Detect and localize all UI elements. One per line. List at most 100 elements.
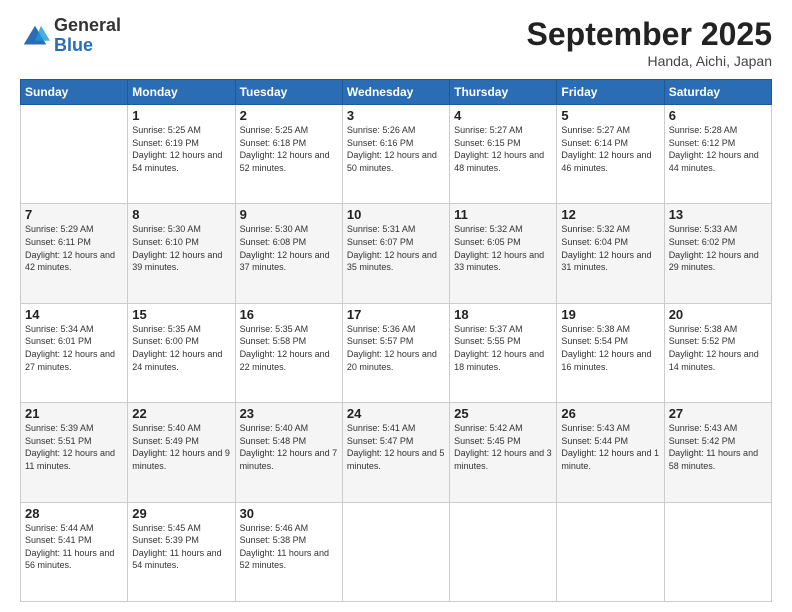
- calendar-day-cell: 11 Sunrise: 5:32 AM Sunset: 6:05 PM Dayl…: [450, 204, 557, 303]
- daylight-text: Daylight: 12 hours and 42 minutes.: [25, 250, 115, 273]
- header-friday: Friday: [557, 80, 664, 105]
- sunset-text: Sunset: 6:10 PM: [132, 237, 199, 247]
- daylight-text: Daylight: 12 hours and 52 minutes.: [240, 150, 330, 173]
- daylight-text: Daylight: 12 hours and 35 minutes.: [347, 250, 437, 273]
- sunset-text: Sunset: 5:38 PM: [240, 535, 307, 545]
- daylight-text: Daylight: 12 hours and 44 minutes.: [669, 150, 759, 173]
- day-number: 18: [454, 307, 552, 322]
- day-number: 2: [240, 108, 338, 123]
- daylight-text: Daylight: 12 hours and 31 minutes.: [561, 250, 651, 273]
- calendar-day-cell: 12 Sunrise: 5:32 AM Sunset: 6:04 PM Dayl…: [557, 204, 664, 303]
- day-number: 9: [240, 207, 338, 222]
- day-number: 3: [347, 108, 445, 123]
- day-number: 6: [669, 108, 767, 123]
- daylight-text: Daylight: 12 hours and 7 minutes.: [240, 448, 338, 471]
- daylight-text: Daylight: 12 hours and 16 minutes.: [561, 349, 651, 372]
- sunrise-text: Sunrise: 5:27 AM: [561, 125, 630, 135]
- header-saturday: Saturday: [664, 80, 771, 105]
- calendar-day-cell: 19 Sunrise: 5:38 AM Sunset: 5:54 PM Dayl…: [557, 303, 664, 402]
- calendar-day-cell: 29 Sunrise: 5:45 AM Sunset: 5:39 PM Dayl…: [128, 502, 235, 601]
- sunrise-text: Sunrise: 5:25 AM: [240, 125, 309, 135]
- sunset-text: Sunset: 6:16 PM: [347, 138, 414, 148]
- page: General Blue September 2025 Handa, Aichi…: [0, 0, 792, 612]
- day-info: Sunrise: 5:37 AM Sunset: 5:55 PM Dayligh…: [454, 323, 552, 373]
- day-number: 28: [25, 506, 123, 521]
- day-number: 21: [25, 406, 123, 421]
- daylight-text: Daylight: 12 hours and 27 minutes.: [25, 349, 115, 372]
- calendar-day-cell: [557, 502, 664, 601]
- day-info: Sunrise: 5:28 AM Sunset: 6:12 PM Dayligh…: [669, 124, 767, 174]
- daylight-text: Daylight: 12 hours and 46 minutes.: [561, 150, 651, 173]
- daylight-text: Daylight: 12 hours and 50 minutes.: [347, 150, 437, 173]
- day-number: 7: [25, 207, 123, 222]
- sunrise-text: Sunrise: 5:30 AM: [132, 224, 201, 234]
- sunset-text: Sunset: 6:07 PM: [347, 237, 414, 247]
- header-sunday: Sunday: [21, 80, 128, 105]
- calendar-day-cell: 26 Sunrise: 5:43 AM Sunset: 5:44 PM Dayl…: [557, 403, 664, 502]
- calendar-day-cell: 9 Sunrise: 5:30 AM Sunset: 6:08 PM Dayli…: [235, 204, 342, 303]
- day-info: Sunrise: 5:43 AM Sunset: 5:44 PM Dayligh…: [561, 422, 659, 472]
- calendar-day-cell: 6 Sunrise: 5:28 AM Sunset: 6:12 PM Dayli…: [664, 105, 771, 204]
- logo-general: General: [54, 16, 121, 36]
- day-info: Sunrise: 5:34 AM Sunset: 6:01 PM Dayligh…: [25, 323, 123, 373]
- calendar-week-row: 1 Sunrise: 5:25 AM Sunset: 6:19 PM Dayli…: [21, 105, 772, 204]
- sunset-text: Sunset: 6:00 PM: [132, 336, 199, 346]
- sunrise-text: Sunrise: 5:38 AM: [561, 324, 630, 334]
- day-info: Sunrise: 5:45 AM Sunset: 5:39 PM Dayligh…: [132, 522, 230, 572]
- sunrise-text: Sunrise: 5:40 AM: [132, 423, 201, 433]
- calendar-day-cell: 17 Sunrise: 5:36 AM Sunset: 5:57 PM Dayl…: [342, 303, 449, 402]
- day-info: Sunrise: 5:38 AM Sunset: 5:52 PM Dayligh…: [669, 323, 767, 373]
- daylight-text: Daylight: 11 hours and 58 minutes.: [669, 448, 758, 471]
- sunset-text: Sunset: 6:15 PM: [454, 138, 521, 148]
- sunset-text: Sunset: 5:57 PM: [347, 336, 414, 346]
- sunrise-text: Sunrise: 5:38 AM: [669, 324, 738, 334]
- sunset-text: Sunset: 6:19 PM: [132, 138, 199, 148]
- day-number: 14: [25, 307, 123, 322]
- day-number: 10: [347, 207, 445, 222]
- calendar-day-cell: [450, 502, 557, 601]
- header-wednesday: Wednesday: [342, 80, 449, 105]
- sunrise-text: Sunrise: 5:33 AM: [669, 224, 738, 234]
- day-info: Sunrise: 5:40 AM Sunset: 5:49 PM Dayligh…: [132, 422, 230, 472]
- day-number: 22: [132, 406, 230, 421]
- sunrise-text: Sunrise: 5:35 AM: [240, 324, 309, 334]
- calendar-day-cell: 18 Sunrise: 5:37 AM Sunset: 5:55 PM Dayl…: [450, 303, 557, 402]
- daylight-text: Daylight: 12 hours and 18 minutes.: [454, 349, 544, 372]
- calendar-day-cell: 23 Sunrise: 5:40 AM Sunset: 5:48 PM Dayl…: [235, 403, 342, 502]
- sunset-text: Sunset: 5:44 PM: [561, 436, 628, 446]
- day-number: 19: [561, 307, 659, 322]
- sunset-text: Sunset: 5:51 PM: [25, 436, 92, 446]
- day-number: 29: [132, 506, 230, 521]
- sunrise-text: Sunrise: 5:34 AM: [25, 324, 94, 334]
- day-number: 20: [669, 307, 767, 322]
- sunrise-text: Sunrise: 5:31 AM: [347, 224, 416, 234]
- daylight-text: Daylight: 11 hours and 54 minutes.: [132, 548, 221, 571]
- day-info: Sunrise: 5:29 AM Sunset: 6:11 PM Dayligh…: [25, 223, 123, 273]
- daylight-text: Daylight: 11 hours and 52 minutes.: [240, 548, 329, 571]
- sunrise-text: Sunrise: 5:32 AM: [561, 224, 630, 234]
- day-info: Sunrise: 5:25 AM Sunset: 6:19 PM Dayligh…: [132, 124, 230, 174]
- sunset-text: Sunset: 5:42 PM: [669, 436, 736, 446]
- calendar-day-cell: 1 Sunrise: 5:25 AM Sunset: 6:19 PM Dayli…: [128, 105, 235, 204]
- day-number: 11: [454, 207, 552, 222]
- sunrise-text: Sunrise: 5:29 AM: [25, 224, 94, 234]
- daylight-text: Daylight: 12 hours and 29 minutes.: [669, 250, 759, 273]
- sunset-text: Sunset: 6:08 PM: [240, 237, 307, 247]
- sunset-text: Sunset: 5:47 PM: [347, 436, 414, 446]
- day-number: 13: [669, 207, 767, 222]
- sunset-text: Sunset: 5:45 PM: [454, 436, 521, 446]
- calendar-day-cell: [664, 502, 771, 601]
- sunrise-text: Sunrise: 5:25 AM: [132, 125, 201, 135]
- calendar-day-cell: 4 Sunrise: 5:27 AM Sunset: 6:15 PM Dayli…: [450, 105, 557, 204]
- calendar-day-cell: 20 Sunrise: 5:38 AM Sunset: 5:52 PM Dayl…: [664, 303, 771, 402]
- calendar-day-cell: 24 Sunrise: 5:41 AM Sunset: 5:47 PM Dayl…: [342, 403, 449, 502]
- sunrise-text: Sunrise: 5:27 AM: [454, 125, 523, 135]
- day-info: Sunrise: 5:35 AM Sunset: 6:00 PM Dayligh…: [132, 323, 230, 373]
- header-thursday: Thursday: [450, 80, 557, 105]
- calendar-week-row: 7 Sunrise: 5:29 AM Sunset: 6:11 PM Dayli…: [21, 204, 772, 303]
- day-number: 17: [347, 307, 445, 322]
- month-title: September 2025: [527, 16, 772, 53]
- calendar-day-cell: 2 Sunrise: 5:25 AM Sunset: 6:18 PM Dayli…: [235, 105, 342, 204]
- sunset-text: Sunset: 6:04 PM: [561, 237, 628, 247]
- daylight-text: Daylight: 12 hours and 24 minutes.: [132, 349, 222, 372]
